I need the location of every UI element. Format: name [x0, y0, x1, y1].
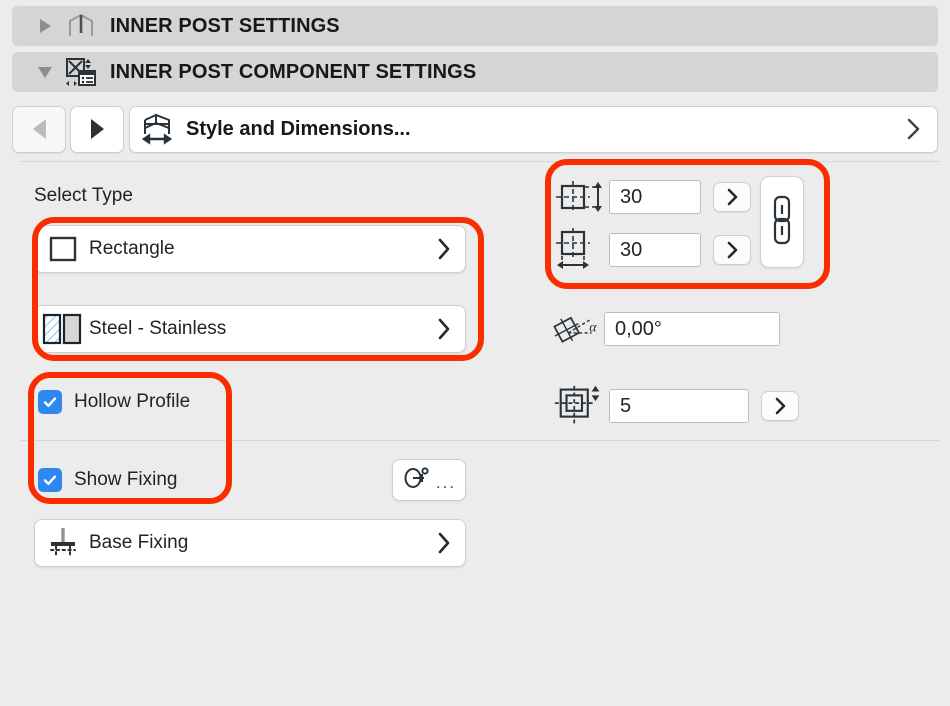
- section-header-inner-post-component-settings[interactable]: INNER POST COMPONENT SETTINGS: [12, 52, 938, 92]
- section-header-inner-post-settings[interactable]: INNER POST SETTINGS: [12, 6, 938, 46]
- checkbox-label-show-fixing: Show Fixing: [74, 469, 178, 491]
- width-dimension-icon: [553, 228, 609, 272]
- angle-row: α 0,00°: [548, 306, 780, 352]
- link-dimensions-toggle[interactable]: [760, 176, 804, 268]
- rectangle-profile-icon: [41, 234, 85, 264]
- segment-count-icon: [553, 383, 609, 429]
- checkbox-hollow-profile[interactable]: [38, 390, 62, 414]
- segment-count-stepper-button[interactable]: [761, 391, 799, 421]
- breadcrumb-label: Style and Dimensions...: [186, 118, 411, 141]
- chevron-right-icon[interactable]: [437, 532, 451, 554]
- chevron-right-icon[interactable]: [437, 318, 451, 340]
- nav-forward-button[interactable]: [70, 106, 124, 153]
- post-frame-icon: [62, 12, 100, 40]
- width-stepper-button[interactable]: [713, 235, 751, 265]
- shape-type-label: Rectangle: [89, 238, 175, 260]
- chevron-right-icon[interactable]: [437, 238, 451, 260]
- breadcrumb-style-and-dimensions[interactable]: Style and Dimensions...: [129, 106, 938, 153]
- nav-back-button[interactable]: [12, 106, 66, 153]
- material-label: Steel - Stainless: [89, 318, 226, 340]
- segment-count-input[interactable]: 5: [609, 389, 749, 423]
- divider-top: [20, 161, 940, 162]
- height-input[interactable]: 30: [609, 180, 701, 214]
- divider-middle: [20, 440, 940, 441]
- select-type-label: Select Type: [34, 185, 133, 207]
- base-plate-icon: [41, 525, 85, 561]
- material-selector[interactable]: Steel - Stainless: [34, 305, 466, 353]
- checkbox-label-hollow-profile: Hollow Profile: [74, 391, 190, 413]
- base-fixing-selector[interactable]: Base Fixing: [34, 519, 466, 567]
- angle-input[interactable]: 0,00°: [604, 312, 780, 346]
- fixing-options-button[interactable]: ...: [392, 459, 466, 501]
- fixing-options-ellipsis-label: ...: [436, 474, 456, 491]
- triangle-down-icon[interactable]: [30, 67, 60, 78]
- railing-dimensions-icon: [138, 112, 178, 146]
- section-title: INNER POST SETTINGS: [110, 15, 340, 38]
- triangle-right-icon[interactable]: [30, 19, 60, 33]
- breadcrumb-navbar: Style and Dimensions...: [12, 102, 938, 156]
- checkbox-show-fixing[interactable]: [38, 468, 62, 492]
- checkbox-row-show-fixing[interactable]: Show Fixing: [38, 468, 178, 492]
- checkbox-row-hollow-profile[interactable]: Hollow Profile: [38, 390, 190, 414]
- height-dimension-icon: [553, 178, 609, 216]
- fixing-bolt-icon: [402, 465, 432, 496]
- height-dimension-row: 30: [553, 178, 751, 216]
- chain-link-icon: [769, 193, 795, 252]
- section-title: INNER POST COMPONENT SETTINGS: [110, 61, 476, 84]
- width-dimension-row: 30: [553, 228, 751, 272]
- width-input[interactable]: 30: [609, 233, 701, 267]
- height-stepper-button[interactable]: [713, 182, 751, 212]
- segment-count-row: 5: [553, 383, 799, 429]
- base-fixing-label: Base Fixing: [89, 532, 188, 554]
- triangle-left-icon: [33, 119, 46, 139]
- chevron-right-icon[interactable]: [905, 117, 921, 141]
- shape-type-selector[interactable]: Rectangle: [34, 225, 466, 273]
- svg-text:α: α: [589, 320, 597, 335]
- material-swatch-icon: [41, 312, 85, 346]
- rotation-angle-icon: α: [548, 306, 604, 352]
- triangle-right-icon: [91, 119, 104, 139]
- component-settings-icon: [62, 57, 100, 87]
